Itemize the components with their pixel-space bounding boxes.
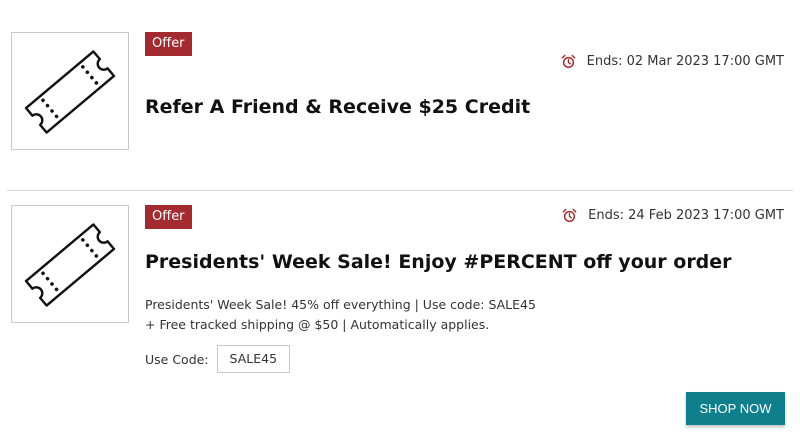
ticket-icon — [24, 50, 116, 134]
offer-title[interactable]: Presidents' Week Sale! Enjoy #PERCENT of… — [145, 251, 732, 273]
offer-description-line: Presidents' Week Sale! 45% off everythin… — [145, 297, 536, 312]
use-code-row: Use Code: SALE45 — [145, 345, 291, 373]
offer-end-date: Ends: 24 Feb 2023 17:00 GMT — [562, 208, 784, 223]
offer-description: Presidents' Week Sale! 45% off everythin… — [145, 295, 536, 335]
offer-badge: Offer — [145, 205, 192, 229]
offer-description-line: + Free tracked shipping @ $50 | Automati… — [145, 317, 490, 332]
offer-end-date: Ends: 02 Mar 2023 17:00 GMT — [561, 54, 784, 69]
offer-thumbnail — [11, 32, 129, 150]
offer-end-text: Ends: 24 Feb 2023 17:00 GMT — [588, 208, 784, 223]
offer-title[interactable]: Refer A Friend & Receive $25 Credit — [145, 96, 530, 118]
divider — [7, 190, 793, 191]
offer-thumbnail — [11, 205, 129, 323]
coupon-code-box[interactable]: SALE45 — [216, 345, 291, 373]
use-code-label: Use Code: — [145, 351, 209, 367]
shop-now-button[interactable]: SHOP NOW — [686, 392, 785, 425]
alarm-clock-icon — [561, 54, 575, 69]
offer-badge: Offer — [145, 32, 192, 56]
offer-card: Offer Ends: 24 Feb 2023 17:00 GMT Presid… — [0, 192, 800, 445]
offer-card: Offer Ends: 02 Mar 2023 17:00 GMT Refer … — [0, 0, 800, 172]
offer-end-text: Ends: 02 Mar 2023 17:00 GMT — [586, 54, 784, 69]
alarm-clock-icon — [562, 208, 577, 223]
ticket-icon — [24, 223, 116, 307]
